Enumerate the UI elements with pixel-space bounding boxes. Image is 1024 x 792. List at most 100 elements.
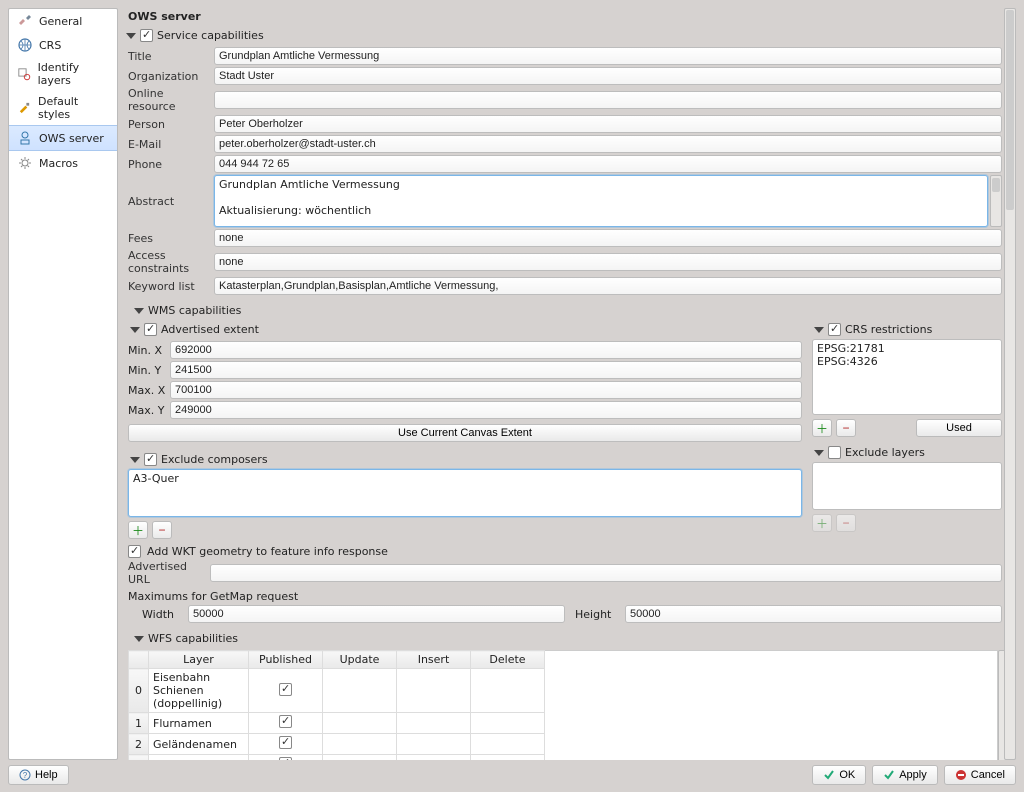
- organization-input[interactable]: [214, 67, 1002, 85]
- cell-published[interactable]: [249, 669, 323, 713]
- maxy-input[interactable]: [170, 401, 802, 419]
- cell-delete[interactable]: [471, 755, 545, 761]
- cell-insert[interactable]: [397, 669, 471, 713]
- help-button[interactable]: ? Help: [8, 765, 69, 785]
- page-title: OWS server: [124, 8, 1016, 27]
- online-resource-input[interactable]: [214, 91, 1002, 109]
- col-layer[interactable]: Layer: [149, 651, 249, 669]
- remove-composer-button[interactable]: −: [152, 521, 172, 539]
- sidebar-item-label: Identify layers: [38, 61, 109, 87]
- label-miny: Min. Y: [128, 364, 170, 377]
- ok-button[interactable]: OK: [812, 765, 866, 785]
- cell-delete[interactable]: [471, 713, 545, 734]
- subsection-header-exclude-layers[interactable]: Exclude layers: [812, 443, 1002, 462]
- section-header-wfs[interactable]: WFS capabilities: [132, 629, 1002, 648]
- main-scrollbar[interactable]: [1004, 8, 1016, 760]
- sidebar-item-default-styles[interactable]: Default styles: [9, 91, 117, 125]
- exclude-composers-checkbox[interactable]: [144, 453, 157, 466]
- fees-input[interactable]: [214, 229, 1002, 247]
- cell-delete[interactable]: [471, 734, 545, 755]
- published-checkbox[interactable]: [279, 757, 292, 760]
- label-abstract: Abstract: [128, 195, 214, 208]
- cell-insert[interactable]: [397, 755, 471, 761]
- cell-published[interactable]: [249, 734, 323, 755]
- cell-update[interactable]: [323, 713, 397, 734]
- cell-published[interactable]: [249, 713, 323, 734]
- person-input[interactable]: [214, 115, 1002, 133]
- crs-restrictions-checkbox[interactable]: [828, 323, 841, 336]
- subsection-header-advertised-extent[interactable]: Advertised extent: [128, 320, 802, 339]
- label-fees: Fees: [128, 232, 214, 245]
- table-row: 3Bodenbedec...: [129, 755, 998, 761]
- cell-layer[interactable]: Geländenamen: [149, 734, 249, 755]
- main-panel: OWS server Service capabilities Title Or…: [124, 8, 1016, 760]
- ok-label: OK: [839, 769, 855, 781]
- section-header-service-caps[interactable]: Service capabilities: [124, 26, 1002, 45]
- sidebar-item-general[interactable]: General: [9, 9, 117, 33]
- cell-insert[interactable]: [397, 713, 471, 734]
- cell-layer[interactable]: Eisenbahn Schienen (doppellinig): [149, 669, 249, 713]
- section-header-wms[interactable]: WMS capabilities: [132, 301, 1002, 320]
- published-checkbox[interactable]: [279, 715, 292, 728]
- published-checkbox[interactable]: [279, 683, 292, 696]
- phone-input[interactable]: [214, 155, 1002, 173]
- maxx-input[interactable]: [170, 381, 802, 399]
- label-advertised-url: Advertised URL: [128, 560, 210, 586]
- cell-layer[interactable]: Flurnamen: [149, 713, 249, 734]
- add-crs-button[interactable]: ＋: [812, 419, 832, 437]
- list-item[interactable]: EPSG:21781: [817, 342, 997, 355]
- getmap-height-input[interactable]: [625, 605, 1002, 623]
- cell-layer[interactable]: Bodenbedec...: [149, 755, 249, 761]
- sidebar-item-ows-server[interactable]: OWS server: [9, 125, 117, 151]
- cell-delete[interactable]: [471, 669, 545, 713]
- crs-restrictions-list[interactable]: EPSG:21781 EPSG:4326: [812, 339, 1002, 415]
- remove-layer-button[interactable]: −: [836, 514, 856, 532]
- sidebar-item-macros[interactable]: Macros: [9, 151, 117, 175]
- email-input[interactable]: [214, 135, 1002, 153]
- section-header-label: WMS capabilities: [148, 304, 241, 317]
- sidebar-item-crs[interactable]: CRS: [9, 33, 117, 57]
- exclude-composers-list[interactable]: A3-Quer: [128, 469, 802, 517]
- abstract-textarea[interactable]: [214, 175, 988, 227]
- cell-update[interactable]: [323, 669, 397, 713]
- service-caps-checkbox[interactable]: [140, 29, 153, 42]
- published-checkbox[interactable]: [279, 736, 292, 749]
- col-update[interactable]: Update: [323, 651, 397, 669]
- advertised-extent-checkbox[interactable]: [144, 323, 157, 336]
- brush-icon: [17, 100, 32, 116]
- subsection-header-exclude-composers[interactable]: Exclude composers: [128, 450, 802, 469]
- title-input[interactable]: [214, 47, 1002, 65]
- add-layer-button[interactable]: ＋: [812, 514, 832, 532]
- abstract-scrollbar[interactable]: [990, 175, 1002, 227]
- add-composer-button[interactable]: ＋: [128, 521, 148, 539]
- crs-used-button[interactable]: Used: [916, 419, 1002, 437]
- label-height: Height: [575, 608, 615, 621]
- list-item[interactable]: A3-Quer: [133, 472, 797, 485]
- use-canvas-extent-button[interactable]: Use Current Canvas Extent: [128, 424, 802, 442]
- exclude-layers-list[interactable]: [812, 462, 1002, 510]
- col-insert[interactable]: Insert: [397, 651, 471, 669]
- remove-crs-button[interactable]: −: [836, 419, 856, 437]
- wfs-table: Layer Published Update Insert Delete 0Ei…: [128, 650, 998, 760]
- access-constraints-input[interactable]: [214, 253, 1002, 271]
- subsection-header-crs-restrictions[interactable]: CRS restrictions: [812, 320, 1002, 339]
- cell-update[interactable]: [323, 734, 397, 755]
- chevron-down-icon: [814, 327, 824, 333]
- cancel-button[interactable]: Cancel: [944, 765, 1016, 785]
- keyword-list-input[interactable]: [214, 277, 1002, 295]
- cell-update[interactable]: [323, 755, 397, 761]
- list-item[interactable]: EPSG:4326: [817, 355, 997, 368]
- cell-published[interactable]: [249, 755, 323, 761]
- getmap-width-input[interactable]: [188, 605, 565, 623]
- cell-insert[interactable]: [397, 734, 471, 755]
- apply-button[interactable]: Apply: [872, 765, 938, 785]
- minx-input[interactable]: [170, 341, 802, 359]
- miny-input[interactable]: [170, 361, 802, 379]
- label-width: Width: [138, 608, 178, 621]
- exclude-layers-checkbox[interactable]: [828, 446, 841, 459]
- col-published[interactable]: Published: [249, 651, 323, 669]
- sidebar-item-identify-layers[interactable]: Identify layers: [9, 57, 117, 91]
- wkt-geometry-checkbox[interactable]: [128, 545, 141, 558]
- col-delete[interactable]: Delete: [471, 651, 545, 669]
- advertised-url-input[interactable]: [210, 564, 1002, 582]
